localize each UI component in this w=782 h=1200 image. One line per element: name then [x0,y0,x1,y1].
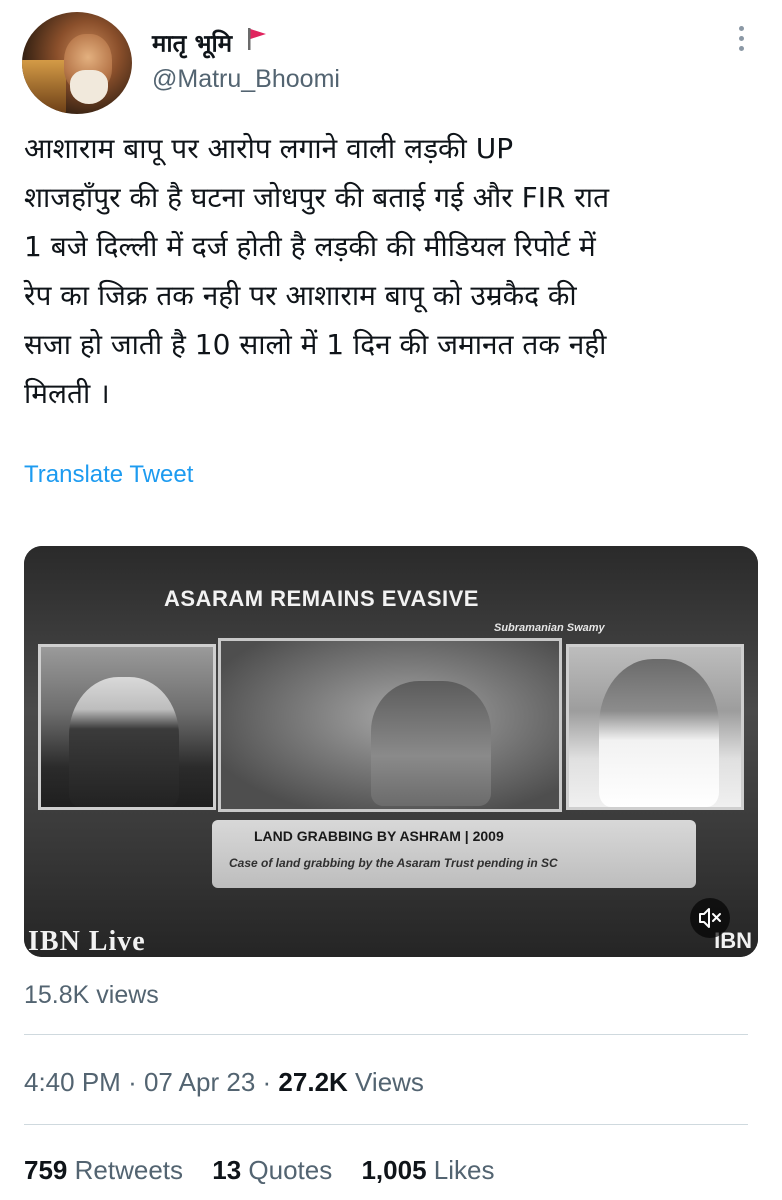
tweet-stats: 759 Retweets 13 Quotes 1,005 Likes [24,1152,516,1188]
video-headline: ASARAM REMAINS EVASIVE [164,586,479,611]
tweet-line: रेप का जिक्र तक नही पर आशाराम बापू को उम… [24,279,577,312]
red-flag-icon [246,26,268,59]
video-panel-footage [218,638,562,812]
meta-separator: · [262,1067,272,1097]
video-panel-guest [566,644,744,810]
anchor-figure [69,677,179,807]
display-name-text: मातृ भूमि [152,29,233,58]
display-name[interactable]: मातृ भूमि [152,28,268,61]
tweet-text: आशाराम बापू पर आरोप लगाने वाली लड़की UP … [24,124,764,418]
tweet-date[interactable]: 07 Apr 23 [144,1067,255,1097]
likes-count: 1,005 [361,1155,427,1185]
avatar-beard-shape [70,70,108,104]
video-player[interactable]: ASARAM REMAINS EVASIVE Subramanian Swamy… [24,546,758,957]
tweet-line: 1 बजे दिल्ली में दर्ज होती है लड़की की म… [24,230,596,263]
tweet-line: मिलती । [24,377,110,410]
quotes-stat[interactable]: 13 Quotes [212,1152,332,1188]
meta-separator: · [128,1067,137,1097]
guest-figure [599,659,719,807]
avatar-temple-shape [22,60,66,114]
tweet-meta: 4:40 PM · 07 Apr 23 · 27.2K Views [24,1064,424,1100]
likes-label: Likes [433,1155,495,1185]
ticker-title: LAND GRABBING BY ASHRAM | 2009 [254,828,504,844]
views-count: 27.2K [278,1067,348,1097]
tweet-line: सजा हो जाती है 10 सालो में 1 दिन की जमान… [24,328,607,361]
tweet-time[interactable]: 4:40 PM [24,1067,121,1097]
footage-figure [371,681,491,806]
likes-stat[interactable]: 1,005 Likes [361,1152,494,1188]
translate-tweet-link[interactable]: Translate Tweet [24,458,193,492]
retweets-count: 759 [24,1155,68,1185]
tweet-line: शाजहाँपुर की है घटना जोधपुर की बताई गई औ… [24,181,610,214]
more-vertical-icon[interactable] [728,26,754,56]
video-speaker-name: Subramanian Swamy [494,622,605,634]
video-views: 15.8K views [24,981,159,1009]
divider [24,1034,748,1035]
retweets-label: Retweets [74,1155,184,1185]
ticker-subtitle: Case of land grabbing by the Asaram Trus… [229,856,558,870]
video-panel-anchor [38,644,216,810]
divider [24,1124,748,1125]
avatar[interactable] [22,12,132,114]
user-handle[interactable]: @Matru_Bhoomi [152,64,340,94]
quotes-label: Quotes [248,1155,333,1185]
speaker-muted-icon[interactable] [690,898,730,938]
channel-logo: IBN Live [28,926,146,957]
tweet-line: आशाराम बापू पर आरोप लगाने वाली लड़की UP [24,132,514,165]
views-label: Views [355,1067,424,1097]
quotes-count: 13 [212,1155,242,1185]
retweets-stat[interactable]: 759 Retweets [24,1152,183,1188]
